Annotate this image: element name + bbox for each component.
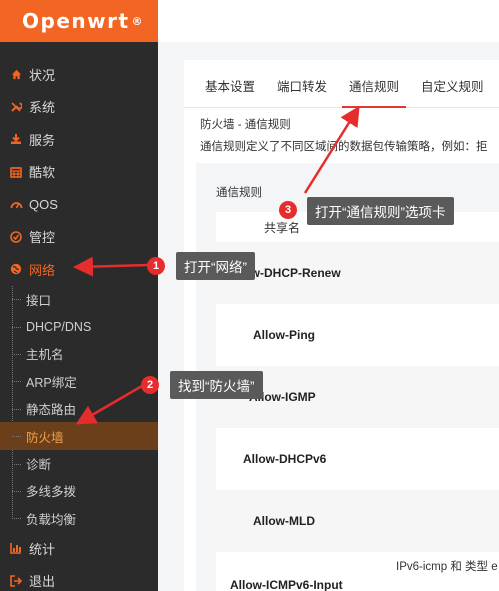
rule-name: Allow-MLD bbox=[253, 514, 315, 528]
gauge-icon bbox=[9, 197, 23, 211]
callout-step-2: 找到“防火墙” bbox=[170, 371, 263, 399]
rules-table: 共享名 Allow-DHCP-Renew Allow-Ping Allow-IG… bbox=[216, 212, 499, 591]
panel-title: 通信规则 bbox=[216, 187, 262, 199]
step-badge-1: 1 bbox=[147, 257, 165, 275]
section-title: 防火墙 - 通信规则 bbox=[200, 119, 291, 131]
sidebar-item-status[interactable]: 状况 bbox=[0, 58, 158, 91]
brand-logo[interactable]: Openwrt ® bbox=[0, 0, 158, 42]
section-description: 通信规则定义了不同区域间的数据包传输策略，例如：拒 bbox=[200, 141, 488, 153]
home-icon bbox=[9, 67, 23, 81]
sidebar-item-label: QOS bbox=[29, 196, 58, 212]
table-row[interactable]: Allow-DHCP-Renew bbox=[216, 242, 499, 304]
calendar-icon bbox=[9, 165, 23, 179]
callout-step-3: 打开“通信规则”选项卡 bbox=[307, 197, 454, 225]
download-icon bbox=[9, 132, 23, 146]
sidebar-item-logout[interactable]: 退出 bbox=[0, 565, 158, 591]
bar-chart-icon bbox=[9, 541, 23, 555]
submenu-item-diagnostics[interactable]: 诊断 bbox=[0, 450, 158, 477]
submenu-item-multiwan[interactable]: 多线多拨 bbox=[0, 477, 158, 504]
submenu-item-firewall[interactable]: 防火墙 bbox=[0, 422, 158, 450]
tab-general-settings[interactable]: 基本设置 bbox=[198, 76, 262, 107]
sidebar-item-label: 服务 bbox=[29, 132, 56, 148]
sidebar-item-label: 网络 bbox=[29, 262, 56, 278]
check-circle-icon bbox=[9, 230, 23, 244]
submenu-item-hostnames[interactable]: 主机名 bbox=[0, 340, 158, 367]
table-row[interactable]: Allow-DHCPv6 bbox=[216, 428, 499, 490]
brand-name: Openwrt bbox=[22, 9, 130, 33]
sidebar-item-services[interactable]: 服务 bbox=[0, 123, 158, 156]
sidebar-item-software[interactable]: 酷软 bbox=[0, 156, 158, 189]
tab-traffic-rules[interactable]: 通信规则 bbox=[342, 76, 407, 108]
sidebar-menu: 状况 系统 服务 酷软 QOS 管控 网络 接口 DHCP/DNS 主机名 AR… bbox=[0, 58, 158, 591]
logout-icon bbox=[9, 574, 23, 588]
brand-mark: ® bbox=[131, 14, 145, 28]
sidebar-item-system[interactable]: 系统 bbox=[0, 91, 158, 124]
sidebar-item-label: 统计 bbox=[29, 541, 56, 557]
column-header-name: 共享名 bbox=[264, 220, 301, 235]
globe-icon bbox=[9, 262, 23, 276]
tab-port-forwards[interactable]: 端口转发 bbox=[270, 76, 334, 107]
sidebar-item-label: 状况 bbox=[29, 67, 56, 83]
callout-step-1: 打开“网络” bbox=[176, 252, 255, 280]
rule-match-text: IPv6-icmp 和 类型 e bbox=[396, 561, 498, 573]
sidebar-item-statistics[interactable]: 统计 bbox=[0, 532, 158, 565]
rule-name: Allow-Ping bbox=[253, 328, 315, 342]
sidebar-item-qos[interactable]: QOS bbox=[0, 188, 158, 221]
submenu-item-interfaces[interactable]: 接口 bbox=[0, 286, 158, 313]
submenu-item-static-routes[interactable]: 静态路由 bbox=[0, 395, 158, 422]
tab-bar: 基本设置 端口转发 通信规则 自定义规则 bbox=[184, 60, 499, 108]
rule-name: Allow-DHCPv6 bbox=[243, 452, 327, 466]
step-badge-2: 2 bbox=[141, 376, 159, 394]
table-row[interactable]: Allow-Ping bbox=[216, 304, 499, 366]
sidebar-item-label: 管控 bbox=[29, 230, 56, 246]
rule-name: Allow-ICMPv6-Input bbox=[230, 578, 343, 591]
sidebar-item-control[interactable]: 管控 bbox=[0, 221, 158, 254]
wrench-icon bbox=[9, 100, 23, 114]
table-row[interactable]: Allow-MLD bbox=[216, 490, 499, 552]
sidebar-item-network[interactable]: 网络 bbox=[0, 253, 158, 286]
sidebar-item-label: 系统 bbox=[29, 100, 56, 116]
top-bar bbox=[158, 0, 499, 42]
submenu-item-arp-binding[interactable]: ARP绑定 bbox=[0, 368, 158, 395]
network-submenu: 接口 DHCP/DNS 主机名 ARP绑定 静态路由 防火墙 诊断 多线多拨 负… bbox=[0, 285, 158, 533]
step-badge-3: 3 bbox=[279, 201, 297, 219]
tab-custom-rules[interactable]: 自定义规则 bbox=[414, 76, 491, 107]
sidebar: Openwrt ® 状况 系统 服务 酷软 QOS 管控 网络 接口 DHCP/… bbox=[0, 0, 158, 591]
sidebar-item-label: 酷软 bbox=[29, 165, 56, 181]
submenu-item-dhcp-dns[interactable]: DHCP/DNS bbox=[0, 313, 158, 340]
submenu-item-load-balancing[interactable]: 负载均衡 bbox=[0, 505, 158, 532]
sidebar-item-label: 退出 bbox=[29, 574, 56, 590]
